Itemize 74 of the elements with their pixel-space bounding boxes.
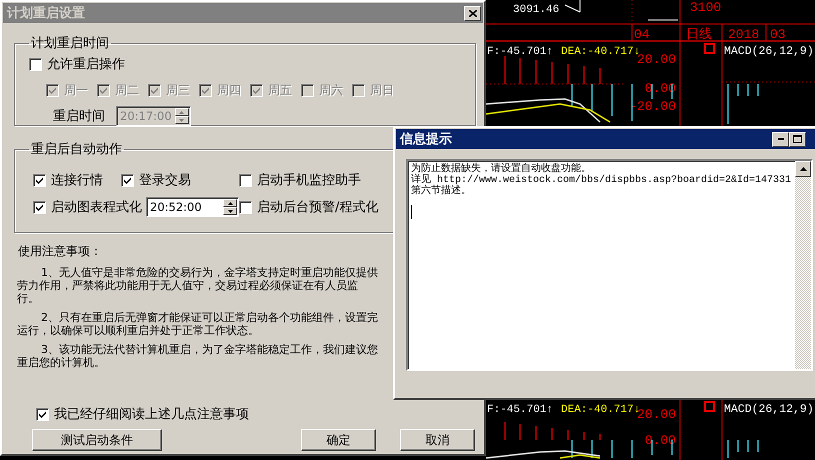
note-paragraph: 1、无人值守是非常危险的交易行为，金字塔支持定时重启功能仅提供 劳力作用，严禁将此功能用于无人值守，交易过程必须保证在有人员监 行。 xyxy=(17,266,378,305)
check-icon xyxy=(123,176,132,184)
date-label: 2018 xyxy=(728,27,760,42)
checkbox[interactable] xyxy=(29,58,42,70)
field-label: 重启时间 xyxy=(53,108,105,125)
up-arrow-icon xyxy=(800,167,806,171)
checkbox[interactable] xyxy=(36,408,49,420)
up-arrow-icon xyxy=(228,202,232,204)
check-icon xyxy=(35,176,44,184)
window-title: 计划重启设置 xyxy=(7,4,85,22)
option-label: 我已经仔细阅读上述几点注意事项 xyxy=(54,406,249,423)
close-icon xyxy=(468,10,476,16)
weekday-label: 周五 xyxy=(268,82,292,99)
ok-button[interactable]: 确定 xyxy=(301,429,376,451)
scrollbar[interactable] xyxy=(795,161,811,369)
time-spin-field[interactable]: 20:52:00 xyxy=(146,197,239,217)
square-marker-icon xyxy=(704,401,715,412)
maximize-icon xyxy=(793,135,802,143)
message-line: 第六节描述。 xyxy=(411,186,472,197)
option-label: 登录交易 xyxy=(139,172,191,189)
cancel-button[interactable]: 取消 xyxy=(400,429,475,451)
checkbox[interactable] xyxy=(33,174,46,186)
option-label: 允许重启操作 xyxy=(47,56,125,73)
check-icon xyxy=(252,86,261,95)
weekday-label: 周二 xyxy=(115,82,139,99)
axis-label: 3100 xyxy=(690,0,722,15)
checkbox[interactable] xyxy=(121,174,134,186)
dif-value: F:-45.701↑ xyxy=(487,404,554,416)
axis-label: 20.00 xyxy=(636,407,676,422)
date-label: 04 xyxy=(634,27,650,42)
message-text-area[interactable]: 为防止数据缺失，请设置自动收盘功能。 详见 http://www.weistock.com/bbs/dispbbs.asp?boardid=2&Id=147331 第六节描述。 xyxy=(406,159,813,371)
option-label: 启动后台预警/程式化 xyxy=(257,199,378,216)
checkbox[interactable] xyxy=(33,200,46,214)
note-paragraph: 3、该功能无法代替计算机重启，为了金字塔能稳定工作，我们建议您 重启您的计算机。 xyxy=(17,343,378,369)
check-icon xyxy=(38,410,47,418)
check-icon xyxy=(35,202,44,212)
message-line: 为防止数据缺失，请设置自动收盘功能。 xyxy=(411,164,591,175)
weekday-label: 周三 xyxy=(166,82,190,99)
down-arrow-icon xyxy=(179,118,184,122)
checkbox[interactable] xyxy=(239,200,252,214)
indicator-title: MACD(26,12,9) xyxy=(724,403,814,416)
minimize-button[interactable] xyxy=(772,132,789,146)
square-marker-icon xyxy=(704,43,715,54)
group-title: 重启后自动动作 xyxy=(30,141,123,158)
weekday-label: 周日 xyxy=(370,82,394,99)
weekday-label: 周六 xyxy=(319,82,343,99)
check-icon xyxy=(150,86,159,95)
window-title: 信息提示 xyxy=(400,131,452,148)
message-line: 详见 http://www.weistock.com/bbs/dispbbs.asp?boardid=2&Id=147331 xyxy=(411,175,792,186)
date-label: 03 xyxy=(770,27,786,42)
close-button[interactable] xyxy=(464,6,481,20)
axis-label: 0.00 xyxy=(644,433,676,448)
maximize-button[interactable] xyxy=(789,132,806,146)
dif-value: F:-45.701↑ xyxy=(487,46,554,58)
group-title: 计划重启时间 xyxy=(30,35,110,52)
check-icon xyxy=(48,86,57,95)
option-label: 启动图表程式化 xyxy=(51,199,142,216)
price-label: 3091.46 xyxy=(513,4,560,16)
down-arrow-icon xyxy=(228,210,232,212)
notes-title: 使用注意事项： xyxy=(18,243,103,260)
weekday-label: 周四 xyxy=(217,82,241,99)
date-label: 日线 xyxy=(686,27,712,42)
checkbox[interactable] xyxy=(239,174,252,186)
up-arrow-icon xyxy=(179,110,184,114)
text-cursor xyxy=(411,205,412,219)
check-icon xyxy=(99,86,108,95)
weekday-label: 周一 xyxy=(64,82,88,99)
test-button[interactable]: 测试启动条件 xyxy=(32,429,162,451)
check-icon xyxy=(201,86,210,95)
option-label: 启动手机监控助手 xyxy=(257,172,361,189)
option-label: 连接行情 xyxy=(51,172,103,189)
note-paragraph: 2、只有在重启后无弹窗才能保证可以正常启动各个功能组件，设置完 运行，以确保可以顺利重启并处于正常工作状态。 xyxy=(17,311,378,337)
indicator-title: MACD(26,12,9) xyxy=(724,45,814,58)
minimize-icon xyxy=(778,138,784,140)
